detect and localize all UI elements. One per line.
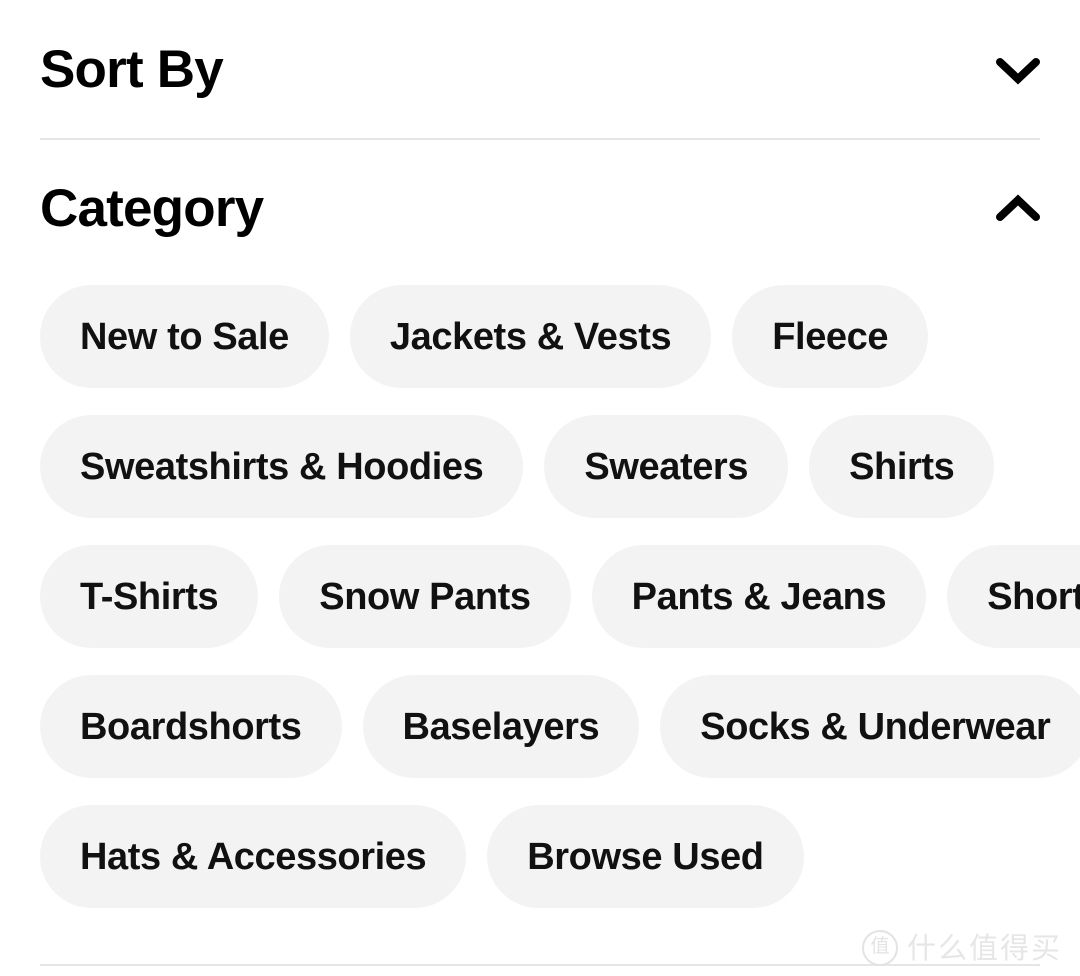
category-option-row: T-Shirts Snow Pants Pants & Jeans Shorts bbox=[40, 545, 1080, 648]
filter-panel: Sort By Category New to Sale Jackets & V… bbox=[0, 0, 1080, 976]
category-pill-socks-and-underwear[interactable]: Socks & Underwear bbox=[660, 675, 1080, 778]
category-pill-pants-and-jeans[interactable]: Pants & Jeans bbox=[591, 545, 927, 648]
category-pill-jackets-and-vests[interactable]: Jackets & Vests bbox=[349, 285, 712, 388]
category-pill-sweaters[interactable]: Sweaters bbox=[544, 415, 789, 518]
filter-section-category: Category bbox=[0, 139, 1080, 278]
category-pill-boardshorts[interactable]: Boardshorts bbox=[40, 675, 342, 778]
category-option-row: Hats & Accessories Browse Used bbox=[40, 805, 1040, 908]
category-title: Category bbox=[40, 179, 264, 238]
filter-section-sort-by: Sort By bbox=[0, 0, 1080, 139]
category-pill-label: Snow Pants bbox=[319, 575, 531, 618]
category-option-row: Sweatshirts & Hoodies Sweaters Shirts bbox=[40, 415, 1040, 518]
category-pill-label: Socks & Underwear bbox=[700, 705, 1051, 748]
chevron-up-icon[interactable] bbox=[996, 193, 1040, 224]
category-pill-browse-used[interactable]: Browse Used bbox=[487, 805, 804, 908]
category-pill-fleece[interactable]: Fleece bbox=[732, 285, 929, 388]
category-pill-sweatshirts-and-hoodies[interactable]: Sweatshirts & Hoodies bbox=[40, 415, 524, 518]
category-pill-label: Sweaters bbox=[584, 445, 749, 488]
chevron-down-icon[interactable] bbox=[996, 55, 1040, 85]
category-pill-hats-and-accessories[interactable]: Hats & Accessories bbox=[40, 805, 467, 908]
category-pill-label: Sweatshirts & Hoodies bbox=[80, 445, 484, 488]
sort-by-header-toggle[interactable]: Sort By bbox=[0, 0, 1080, 139]
category-pill-new-to-sale[interactable]: New to Sale bbox=[40, 285, 329, 388]
category-pill-label: Shorts bbox=[987, 575, 1080, 618]
watermark: 值 什么值得买 bbox=[861, 930, 1062, 966]
category-option-row: Boardshorts Baselayers Socks & Underwear bbox=[40, 675, 1080, 778]
category-pill-label: Baselayers bbox=[402, 705, 600, 748]
category-header-toggle[interactable]: Category bbox=[0, 139, 1080, 278]
watermark-text: 什么值得买 bbox=[906, 930, 1062, 965]
category-pill-label: Jackets & Vests bbox=[389, 315, 672, 358]
category-option-list: New to Sale Jackets & Vests Fleece Sweat… bbox=[40, 285, 1080, 908]
category-pill-baselayers[interactable]: Baselayers bbox=[362, 675, 640, 778]
category-pill-label: Boardshorts bbox=[80, 705, 302, 748]
category-pill-label: T-Shirts bbox=[80, 575, 219, 618]
category-pill-label: Pants & Jeans bbox=[631, 575, 887, 618]
category-pill-t-shirts[interactable]: T-Shirts bbox=[40, 545, 259, 648]
category-pill-shorts[interactable]: Shorts bbox=[947, 545, 1080, 648]
category-option-row: New to Sale Jackets & Vests Fleece bbox=[40, 285, 1040, 388]
category-pill-shirts[interactable]: Shirts bbox=[809, 415, 995, 518]
watermark-badge-icon: 值 bbox=[861, 930, 898, 966]
category-pill-label: Shirts bbox=[849, 445, 955, 488]
divider-bottom bbox=[40, 964, 1040, 966]
category-pill-label: Fleece bbox=[772, 315, 889, 358]
category-pill-snow-pants[interactable]: Snow Pants bbox=[279, 545, 571, 648]
category-pill-label: New to Sale bbox=[80, 315, 289, 358]
category-pill-label: Hats & Accessories bbox=[80, 835, 427, 878]
sort-by-title: Sort By bbox=[40, 40, 224, 99]
category-pill-label: Browse Used bbox=[527, 835, 764, 878]
